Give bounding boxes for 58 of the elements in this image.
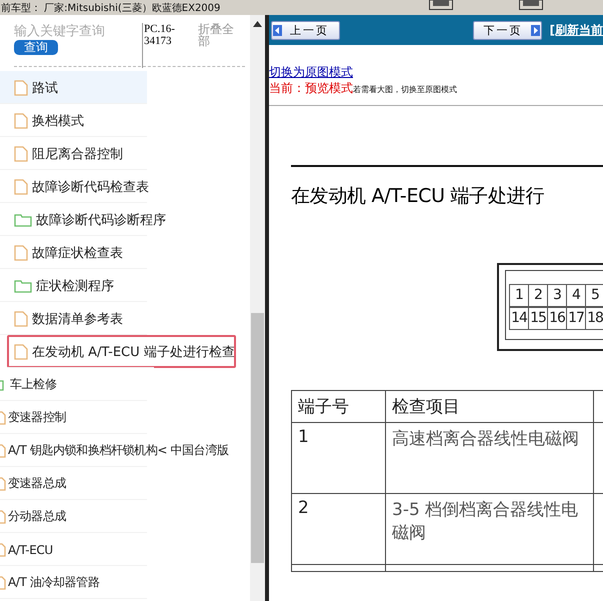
left-arrow-icon — [273, 24, 282, 36]
tree-item[interactable]: 故障诊断代码检查表 — [0, 170, 250, 203]
pin-number: 4 — [566, 284, 586, 307]
document-icon — [14, 344, 28, 360]
tree-item[interactable]: 车上检修 — [0, 368, 250, 401]
tree-item[interactable]: 故障诊断代码诊断程序 — [0, 203, 250, 236]
tree-item[interactable]: 变速器控制 — [0, 401, 250, 434]
pin-number: 3 — [547, 284, 567, 307]
document-icon — [14, 112, 28, 128]
table-cell: 高速档离合器线性电磁阀 — [386, 422, 594, 494]
vehicle-info: 前车型： 厂家:Mitsubishi(三菱）欧蓝德EX2009 — [1, 2, 220, 14]
document-code: PC.16-34173 — [142, 23, 194, 68]
pin-number: 5 — [585, 284, 603, 307]
switch-mode-link[interactable]: 切换为原图模式 — [269, 65, 603, 80]
refresh-link[interactable]: [刷新当前 — [550, 22, 603, 38]
document-icon — [14, 244, 28, 260]
tree-item[interactable]: 在发动机 A/T-ECU 端子处进行检查 — [7, 335, 236, 368]
tree-item[interactable]: A/T 钥匙内锁和换档杆锁机构< 中国台湾版 — [0, 434, 250, 467]
search-button[interactable]: 查询 — [14, 40, 58, 55]
pin-number: 2 — [528, 284, 548, 307]
toolbar-icon[interactable] — [519, 0, 543, 10]
table-cell: 2 — [292, 494, 386, 564]
pin-number: 16 — [547, 307, 567, 330]
table-cell: 3-5 档倒档离合器线性电磁阀 — [386, 494, 594, 564]
scrollbar[interactable] — [250, 15, 265, 601]
tree-item[interactable]: 分动器总成 — [0, 500, 250, 533]
mode-label: 当前：预览模式 — [269, 80, 353, 97]
table-cell: 1 — [292, 422, 386, 494]
pin-number: 18 — [585, 307, 603, 330]
tree-item[interactable]: 数据清单参考表 — [0, 302, 250, 335]
table-header: 检查项目 — [386, 390, 594, 422]
scroll-up-icon[interactable] — [253, 21, 262, 27]
folder-icon — [14, 212, 32, 226]
tree-item[interactable]: A/T-ECU — [0, 533, 250, 566]
document-icon — [14, 80, 28, 96]
previous-page-button[interactable]: 上一页 — [271, 20, 340, 40]
pin-number: 17 — [566, 307, 586, 330]
tree-item[interactable]: A/T 油冷却器管路 — [0, 566, 250, 599]
document-icon — [14, 178, 28, 194]
tree-item[interactable]: 变速器总成 — [0, 467, 250, 500]
pin-number: 15 — [528, 307, 548, 330]
mode-hint: 若需看大图，切换至原图模式 — [353, 84, 457, 95]
tree-item[interactable]: 故障症状检查表 — [0, 236, 250, 269]
pin-number: 1 — [509, 284, 529, 307]
document-icon — [14, 146, 28, 162]
pin-number: 14 — [509, 307, 529, 330]
scrollbar-thumb[interactable] — [251, 313, 264, 563]
document-heading: 在发动机 A/T-ECU 端子处进行 — [291, 184, 545, 209]
right-arrow-icon — [530, 24, 540, 36]
table-header: 端子号 — [292, 390, 386, 422]
toolbar-icon[interactable] — [429, 0, 453, 10]
tree-item[interactable]: 症状检测程序 — [0, 269, 250, 302]
folder-icon — [14, 278, 32, 292]
next-page-button[interactable]: 下一页 — [472, 20, 542, 40]
tree-item[interactable]: 换档模式 — [0, 104, 250, 137]
tree-item[interactable]: 路试 — [0, 71, 147, 104]
document-icon — [14, 310, 28, 326]
tree-item[interactable]: 阻尼离合器控制 — [0, 137, 250, 170]
